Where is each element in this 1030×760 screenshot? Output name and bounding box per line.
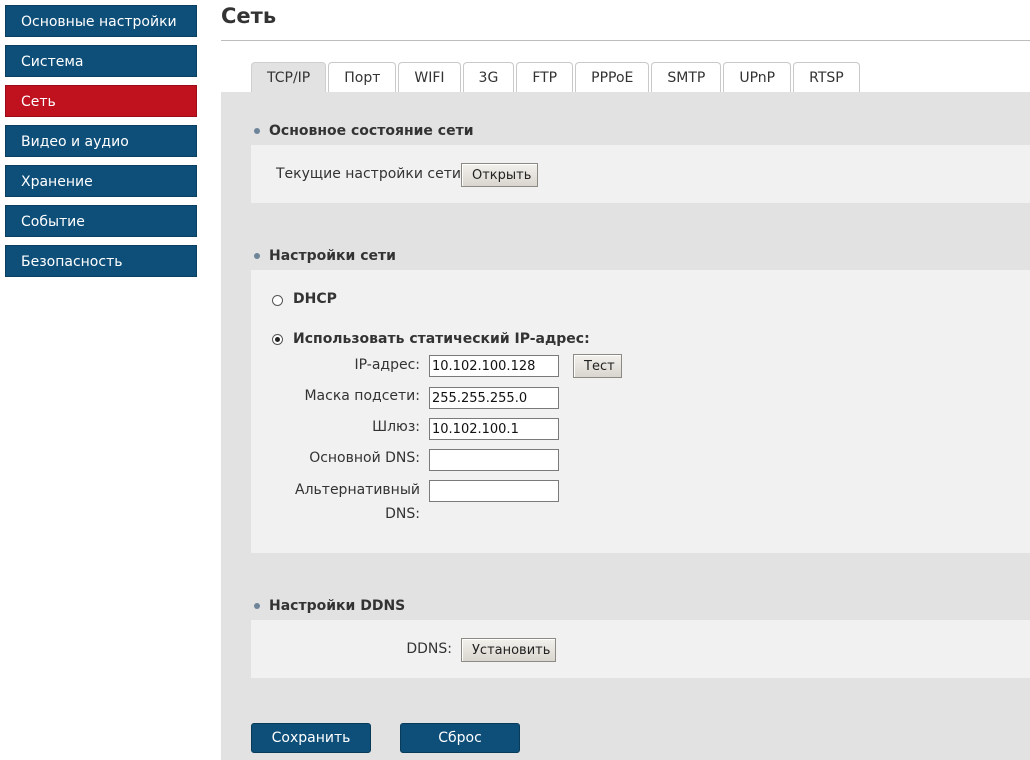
sidebar-item-network[interactable]: Сеть xyxy=(5,85,197,117)
tab-3g[interactable]: 3G xyxy=(462,62,515,92)
tab-ftp[interactable]: FTP xyxy=(516,62,574,92)
sidebar-item-video-audio[interactable]: Видео и аудио xyxy=(5,125,197,157)
sidebar: Основные настройки Система Сеть Видео и … xyxy=(5,5,197,285)
tab-tcpip[interactable]: TCP/IP xyxy=(251,62,327,92)
bullet-icon xyxy=(254,128,260,134)
bullet-icon xyxy=(254,603,260,609)
gateway-input[interactable] xyxy=(429,418,559,440)
current-settings-label: Текущие настройки сети: xyxy=(276,166,466,182)
subnet-mask-input[interactable] xyxy=(429,387,559,409)
alternate-dns-input[interactable] xyxy=(429,480,559,502)
alternate-dns-label-line2: DNS: xyxy=(385,506,420,522)
test-button[interactable]: Тест xyxy=(573,354,622,378)
subnet-mask-label: Маска подсети: xyxy=(304,388,420,404)
tab-bar: TCP/IP Порт WIFI 3G FTP PPPoE SMTP UPnP … xyxy=(251,62,862,92)
open-button[interactable]: Открыть xyxy=(461,163,538,187)
alternate-dns-label-line1: Альтернативный xyxy=(295,482,420,498)
basic-status-panel: Текущие настройки сети: Открыть xyxy=(251,145,1030,203)
tab-upnp[interactable]: UPnP xyxy=(723,62,792,92)
network-settings-panel: DHCP Использовать статический IP-адрес: … xyxy=(251,270,1030,553)
dhcp-label: DHCP xyxy=(293,291,337,307)
ddns-label: DDNS: xyxy=(406,641,452,657)
primary-dns-input[interactable] xyxy=(429,449,559,471)
header: Сеть TCP/IP Порт WIFI 3G FTP PPPoE SMTP … xyxy=(221,0,1030,92)
sidebar-item-system[interactable]: Система xyxy=(5,45,197,77)
section-title-ddns: Настройки DDNS xyxy=(269,598,406,614)
reset-button[interactable]: Сброс xyxy=(400,723,520,753)
tab-pppoe[interactable]: PPPoE xyxy=(575,62,650,92)
section-title-basic-status: Основное состояние сети xyxy=(269,123,474,139)
sidebar-item-basic-settings[interactable]: Основные настройки xyxy=(5,5,197,37)
sidebar-item-security[interactable]: Безопасность xyxy=(5,245,197,277)
save-button[interactable]: Сохранить xyxy=(251,723,371,753)
ip-address-label: IP-адрес: xyxy=(354,357,421,373)
section-title-network-settings: Настройки сети xyxy=(269,248,396,264)
dhcp-radio[interactable] xyxy=(272,295,283,306)
static-ip-radio[interactable] xyxy=(272,334,283,345)
primary-dns-label: Основной DNS: xyxy=(309,450,420,466)
ip-address-input[interactable] xyxy=(429,355,559,377)
ddns-panel: DDNS: Установить xyxy=(251,620,1030,678)
install-button[interactable]: Установить xyxy=(461,638,556,662)
bullet-icon xyxy=(254,253,260,259)
tab-smtp[interactable]: SMTP xyxy=(651,62,722,92)
static-ip-label: Использовать статический IP-адрес: xyxy=(293,331,590,347)
tab-port[interactable]: Порт xyxy=(328,62,397,92)
title-divider xyxy=(221,40,1030,41)
sidebar-item-event[interactable]: Событие xyxy=(5,205,197,237)
tab-rtsp[interactable]: RTSP xyxy=(793,62,860,92)
sidebar-item-storage[interactable]: Хранение xyxy=(5,165,197,197)
main-content: Сеть TCP/IP Порт WIFI 3G FTP PPPoE SMTP … xyxy=(221,0,1030,760)
tab-wifi[interactable]: WIFI xyxy=(398,62,461,92)
page-title: Сеть xyxy=(221,4,277,28)
gateway-label: Шлюз: xyxy=(372,419,420,435)
